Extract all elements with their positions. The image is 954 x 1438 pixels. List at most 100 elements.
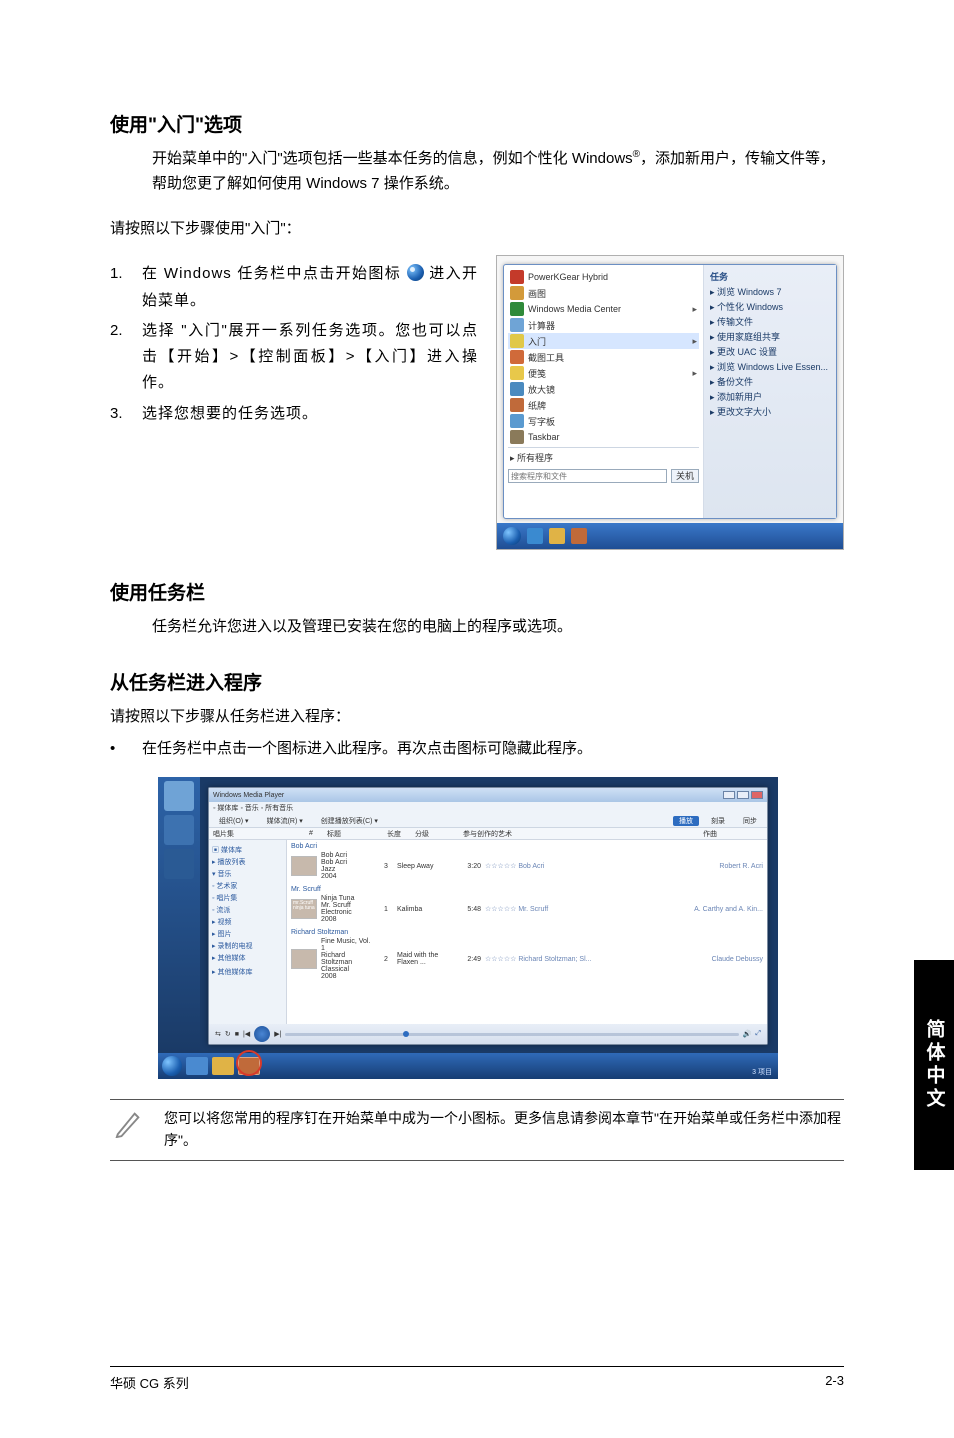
player-controls: ⇆ ↻ ■ |◀ ▶| 🔊 ⤢ [209,1024,767,1044]
tab-burn: 刻录 [705,816,731,826]
track-row: Bob AcriBob AcriJazz20043Sleep Away3:20☆… [291,851,763,881]
app-label: 放大镜 [528,383,555,396]
columns-header: 唱片集 #标题长度分级参与创作的艺术作曲 [209,828,767,840]
step-text: 选择您想要的任务选项。 [142,401,478,427]
navigation-pane: ▣ 媒体库▸ 播放列表▾ 音乐 ◦ 艺术家 ◦ 唱片集 ◦ 流派▸ 视频▸ 图片… [209,840,287,1024]
column-header: # [309,830,323,837]
album-meta: Bob AcriBob AcriJazz2004 [321,852,375,880]
album-art-icon [291,949,317,969]
nav-item: ▣ 媒体库 [212,844,283,856]
getting-started-steps: 1. 在 Windows 任务栏中点击开始图标 进入开始菜单。 2. 选择 "入… [110,261,478,427]
page-footer: 华硕 CG 系列 2-3 [110,1366,844,1392]
tasks-heading: 任务 [708,269,832,284]
all-programs: ▸ 所有程序 [508,450,699,465]
track-length: 3:20 [457,863,481,870]
album-group: Bob AcriBob AcriBob AcriJazz20043Sleep A… [291,842,763,881]
taskbar-intro: 任务栏允许您进入以及管理已安装在您的电脑上的程序或选项。 [152,615,844,640]
app-icon [510,366,524,380]
track-row: Fine Music, Vol. 1Richard StoltzmanClass… [291,937,763,981]
column-header: 标题 [327,829,383,839]
start-orb-icon [162,1056,182,1076]
bullet-text: 在任务栏中点击一个图标进入此程序。再次点击图标可隐藏此程序。 [142,736,592,762]
chevron-right-icon: ▸ [692,336,697,347]
nav-item: ◦ 艺术家 [212,880,283,892]
start-menu-item: 便笺▸ [508,365,699,381]
track-length: 5:48 [457,906,481,913]
app-label: 入门 [528,335,546,348]
column-header: 作曲 [703,829,763,839]
nav-item: ◦ 唱片集 [212,892,283,904]
prev-icon: |◀ [243,1030,250,1038]
tab-play: 播放 [673,816,699,826]
start-menu-item: 写字板 [508,413,699,429]
track-composer: A. Carthy and A. Kin... [693,906,763,913]
app-window: Windows Media Player ◦ 媒体库 ◦ 音乐 ◦ 所有音乐 组… [208,787,768,1045]
track-title: Maid with the Flaxen ... [397,952,453,966]
artist-heading: Mr. Scruff [291,885,763,894]
taskbar-pinned-icon [164,815,194,845]
task-item: ▸ 备份文件 [708,374,832,389]
chevron-right-icon: ▸ [692,368,697,379]
toolbar-stream: 媒体流(R) ▾ [261,816,309,826]
track-num: 3 [379,863,393,870]
column-header: 长度 [387,829,411,839]
toolbar-organize: 组织(O) ▾ [213,816,255,826]
album-art-icon: mr.Scruff ninja tuna [291,899,317,919]
screenshot-start-menu: PowerKGear Hybrid画图Windows Media Center▸… [496,255,844,550]
app-icon [510,270,524,284]
start-menu-item: 计算器 [508,317,699,333]
play-button-icon [254,1026,270,1042]
taskbar-app-icon [549,528,565,544]
breadcrumb-bar: ◦ 媒体库 ◦ 音乐 ◦ 所有音乐 [209,802,767,814]
nav-item: ▸ 录制的电视 [212,940,283,952]
album-art-icon [291,856,317,876]
app-label: 截图工具 [528,351,564,364]
stop-icon: ■ [235,1031,239,1038]
task-item: ▸ 更改文字大小 [708,404,832,419]
launch-from-taskbar-bullets: • 在任务栏中点击一个图标进入此程序。再次点击图标可隐藏此程序。 [110,736,844,762]
step-number: 3. [110,401,142,427]
track-rating: ☆☆☆☆☆ Richard Stoltzman; Sl... [485,955,689,963]
step-number: 1. [110,261,142,314]
start-menu-item: PowerKGear Hybrid [508,269,699,285]
chevron-right-icon: ▸ [692,304,697,315]
track-length: 2:49 [457,956,481,963]
desktop-left-taskbar [158,777,200,1053]
task-item: ▸ 更改 UAC 设置 [708,344,832,359]
tray-clock: 3 项目 [752,1067,772,1077]
content-list: Bob AcriBob AcriBob AcriJazz20043Sleep A… [287,840,767,1024]
start-orb-icon [407,264,424,281]
tab-sync: 同步 [737,816,763,826]
breadcrumb: ◦ 媒体库 ◦ 音乐 ◦ 所有音乐 [213,803,293,813]
start-menu-left-pane: PowerKGear Hybrid画图Windows Media Center▸… [504,265,704,518]
bullet-marker: • [110,736,142,762]
expand-icon: ⤢ [755,1030,761,1038]
text: 开始菜单中的"入门"选项包括一些基本任务的信息，例如个性化 Windows [152,150,633,167]
search-input [508,469,667,483]
heading-getting-started: 使用"入门"选项 [110,110,844,137]
item-count: 3 项目 [752,1069,772,1076]
toolbar-playlist: 创建播放列表(C) ▾ [315,816,384,826]
app-label: Windows Media Center [528,304,621,314]
nav-item: ▸ 其他媒体库 [212,966,283,978]
taskbar-app-icon [571,528,587,544]
start-menu-item: 入门 ▸ [508,333,699,349]
text: 在 Windows 任务栏中点击开始图标 [142,265,407,282]
minimize-icon [723,791,735,799]
window-title: Windows Media Player [213,792,284,799]
start-orb-icon [503,527,521,545]
track-rating: ☆☆☆☆☆ Bob Acri [485,862,689,870]
screenshot-media-player: Windows Media Player ◦ 媒体库 ◦ 音乐 ◦ 所有音乐 组… [158,777,778,1079]
start-menu-item: Taskbar [508,429,699,445]
start-menu-item: 纸牌 [508,397,699,413]
note-pen-icon [110,1108,148,1138]
heading-launch-from-taskbar: 从任务栏进入程序 [110,668,844,695]
app-label: 纸牌 [528,399,546,412]
app-icon [510,382,524,396]
column-header: 分级 [415,829,459,839]
repeat-icon: ↻ [225,1030,231,1038]
step-3: 3. 选择您想要的任务选项。 [110,401,478,427]
toolbar: 组织(O) ▾ 媒体流(R) ▾ 创建播放列表(C) ▾ 播放 刻录 同步 [209,814,767,828]
shuffle-icon: ⇆ [215,1030,221,1038]
getting-started-steps-lead: 请按照以下步骤使用"入门"： [110,217,844,242]
